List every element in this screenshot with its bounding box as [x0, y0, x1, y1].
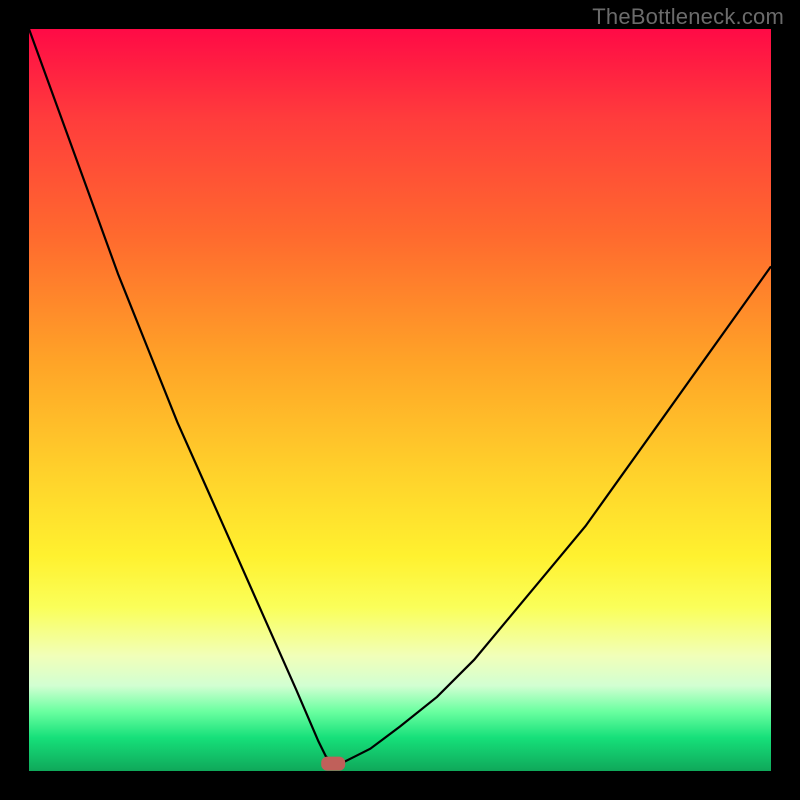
chart-frame: TheBottleneck.com [0, 0, 800, 800]
plot-area [29, 29, 771, 771]
bottleneck-curve-path [29, 29, 771, 764]
watermark-text: TheBottleneck.com [592, 4, 784, 30]
optimal-marker [321, 757, 345, 771]
curve-layer [29, 29, 771, 771]
